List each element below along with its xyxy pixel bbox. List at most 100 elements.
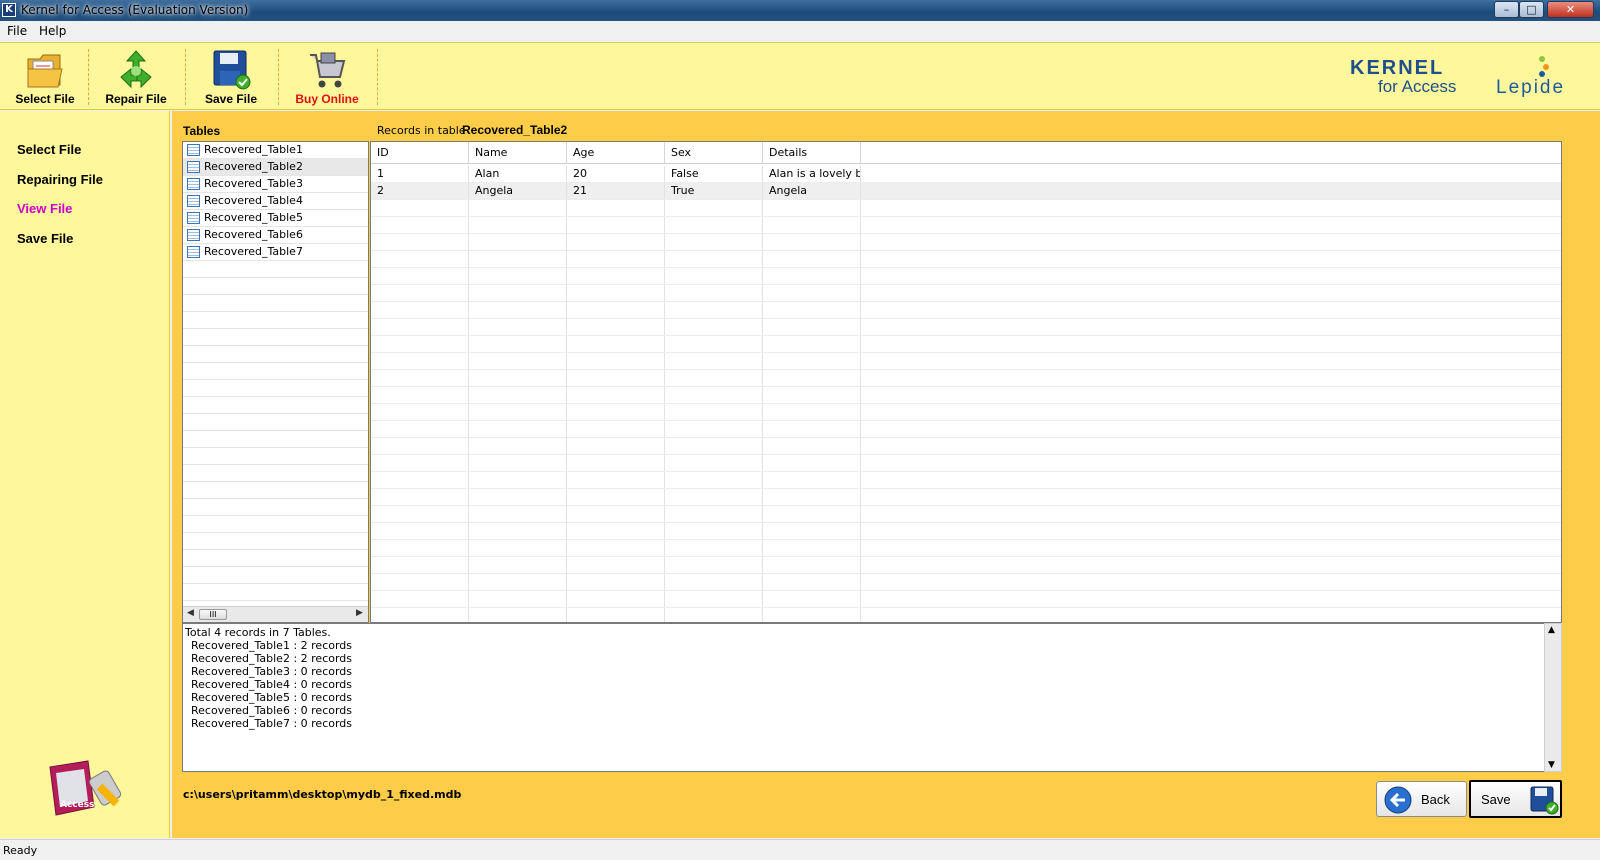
grid-empty-row — [371, 370, 1561, 387]
horizontal-scrollbar[interactable]: ◀ III ▶ — [183, 606, 368, 622]
cell-id: 1 — [371, 166, 469, 182]
scroll-left-icon[interactable]: ◀ — [187, 608, 194, 618]
empty-cell — [763, 387, 861, 403]
empty-cell — [567, 302, 665, 318]
empty-cell — [371, 438, 469, 454]
column-header-id[interactable]: ID — [371, 142, 469, 163]
table-row[interactable]: 1 Alan 20 False Alan is a lovely b... — [371, 166, 1561, 183]
scroll-down-icon[interactable]: ▼ — [1548, 760, 1555, 770]
title-bar: K Kernel for Access (Evaluation Version)… — [0, 0, 1600, 21]
empty-cell — [469, 523, 567, 539]
summary-log[interactable]: Total 4 records in 7 Tables. Recovered_T… — [182, 623, 1556, 772]
column-header-sex[interactable]: Sex — [665, 142, 763, 163]
empty-cell — [469, 319, 567, 335]
list-empty-row — [183, 380, 368, 397]
vertical-scrollbar[interactable]: ▲ ▼ — [1544, 623, 1562, 772]
scroll-right-icon[interactable]: ▶ — [356, 608, 363, 618]
save-file-button[interactable]: Save File — [187, 43, 275, 109]
repair-file-button[interactable]: Repair File — [90, 43, 182, 109]
toolbar-separator — [278, 49, 279, 105]
nav-save-file[interactable]: Save File — [17, 231, 73, 246]
table-icon — [187, 246, 200, 258]
grid-empty-row — [371, 319, 1561, 336]
nav-select-file[interactable]: Select File — [17, 142, 81, 157]
list-item[interactable]: Recovered_Table4 — [183, 193, 368, 210]
buy-online-label: Buy Online — [295, 92, 359, 106]
tables-list[interactable]: Recovered_Table1 Recovered_Table2 Recove… — [182, 141, 369, 623]
toolbar-separator — [88, 49, 89, 105]
empty-cell — [469, 472, 567, 488]
empty-cell — [763, 370, 861, 386]
empty-cell — [371, 268, 469, 284]
empty-cell — [763, 336, 861, 352]
list-item[interactable]: Recovered_Table3 — [183, 176, 368, 193]
grid-empty-row — [371, 387, 1561, 404]
empty-cell — [469, 404, 567, 420]
nav-view-file[interactable]: View File — [17, 201, 72, 216]
toolbar-separator — [185, 49, 186, 105]
grid-empty-row — [371, 421, 1561, 438]
table-name: Recovered_Table3 — [204, 177, 303, 190]
scroll-up-icon[interactable]: ▲ — [1548, 625, 1555, 635]
column-header-name[interactable]: Name — [469, 142, 567, 163]
list-item[interactable]: Recovered_Table7 — [183, 244, 368, 261]
table-name: Recovered_Table7 — [204, 245, 303, 258]
list-item-selected[interactable]: Recovered_Table2 — [183, 159, 368, 176]
empty-cell — [371, 421, 469, 437]
table-icon — [187, 229, 200, 241]
empty-cell — [567, 370, 665, 386]
records-in-table-label: Records in table — [377, 124, 466, 137]
kernel-logo: KERNEL for Access — [1350, 57, 1456, 97]
menu-help[interactable]: Help — [39, 24, 66, 38]
list-item[interactable]: Recovered_Table1 — [183, 142, 368, 159]
cell-details: Alan is a lovely b... — [763, 166, 861, 182]
grid-empty-row — [371, 336, 1561, 353]
grid-empty-row — [371, 438, 1561, 455]
table-row[interactable]: 2 Angela 21 True Angela ... — [371, 183, 1561, 200]
access-logo-text: Access — [60, 800, 94, 810]
save-button[interactable]: Save — [1469, 780, 1562, 818]
list-item[interactable]: Recovered_Table6 — [183, 227, 368, 244]
empty-cell — [567, 421, 665, 437]
column-header-details[interactable]: Details — [763, 142, 861, 163]
toolbar: Select File Repair File Save File Buy On… — [0, 42, 1600, 110]
nav-repairing-file[interactable]: Repairing File — [17, 172, 103, 187]
maximize-button[interactable]: □ — [1519, 1, 1544, 18]
empty-cell — [763, 421, 861, 437]
table-icon — [187, 161, 200, 173]
grid-empty-row — [371, 455, 1561, 472]
scroll-thumb[interactable]: III — [199, 609, 227, 620]
empty-cell — [371, 200, 469, 216]
empty-cell — [567, 200, 665, 216]
records-grid[interactable]: ID Name Age Sex Details 1 Alan 20 False … — [370, 141, 1562, 623]
window-title: Kernel for Access (Evaluation Version) — [21, 3, 249, 17]
summary-line: Recovered_Table6 : 0 records — [191, 704, 353, 717]
empty-cell — [469, 455, 567, 471]
summary-line: Recovered_Table1 : 2 records — [191, 639, 353, 652]
close-button[interactable]: ✕ — [1547, 1, 1594, 18]
empty-cell — [371, 370, 469, 386]
grid-empty-row — [371, 285, 1561, 302]
column-header-age[interactable]: Age — [567, 142, 665, 163]
summary-line: Recovered_Table2 : 2 records — [191, 652, 353, 665]
empty-cell — [567, 268, 665, 284]
menu-file[interactable]: File — [7, 24, 27, 38]
grid-empty-row — [371, 234, 1561, 251]
empty-cell — [469, 489, 567, 505]
empty-cell — [763, 438, 861, 454]
back-button[interactable]: Back — [1376, 781, 1467, 817]
empty-cell — [763, 200, 861, 216]
save-file-label: Save File — [204, 92, 258, 106]
minimize-button[interactable]: – — [1494, 1, 1519, 18]
empty-cell — [567, 523, 665, 539]
list-item[interactable]: Recovered_Table5 — [183, 210, 368, 227]
empty-cell — [665, 285, 763, 301]
select-file-button[interactable]: Select File — [4, 43, 86, 109]
empty-cell — [665, 200, 763, 216]
app-icon[interactable]: K — [2, 3, 16, 17]
grid-empty-row — [371, 506, 1561, 523]
buy-online-button[interactable]: Buy Online — [280, 43, 374, 109]
cell-sex: True — [665, 183, 763, 199]
empty-cell — [665, 353, 763, 369]
empty-cell — [665, 472, 763, 488]
